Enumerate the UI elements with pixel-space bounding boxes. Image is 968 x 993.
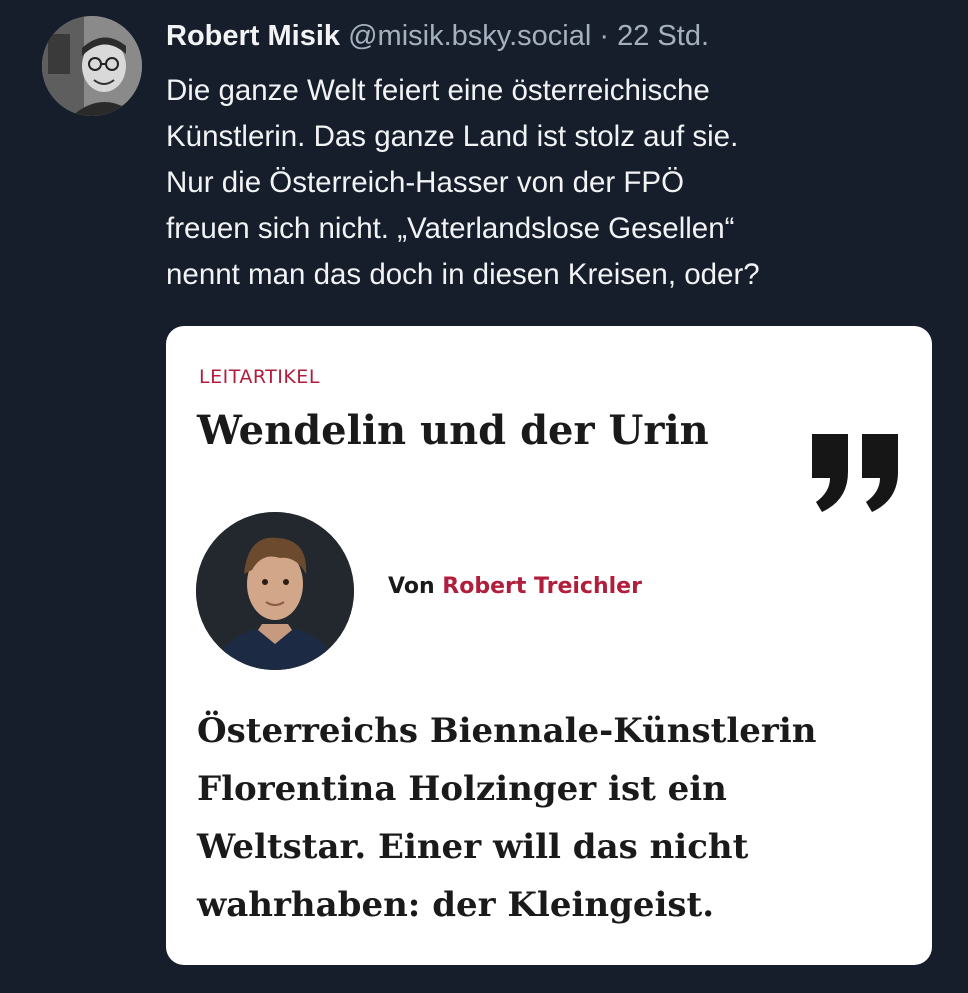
teaser-line: wahrhaben: der Kleingeist. bbox=[197, 885, 715, 925]
post-text-line: Nur die Österreich-Hasser von der FPÖ bbox=[166, 166, 685, 199]
article-headline: Wendelin und der Urin bbox=[197, 407, 709, 454]
byline-author-link[interactable]: Robert Treichler bbox=[442, 574, 642, 599]
embedded-article-card[interactable]: LEITARTIKEL Wendelin und der Urin Von Ro… bbox=[166, 326, 932, 965]
post-timestamp[interactable]: 22 Std. bbox=[617, 20, 709, 52]
article-author-photo bbox=[196, 512, 354, 670]
closing-quote-icon bbox=[808, 430, 904, 514]
article-teaser: Österreichs Biennale-Künstlerin Florenti… bbox=[197, 702, 897, 934]
teaser-line: Österreichs Biennale-Künstlerin bbox=[197, 711, 817, 751]
header-separator: · bbox=[599, 20, 610, 52]
teaser-line: Florentina Holzinger ist ein bbox=[197, 769, 727, 809]
article-kicker: LEITARTIKEL bbox=[199, 366, 320, 388]
author-avatar[interactable] bbox=[42, 16, 142, 116]
post-text: Die ganze Welt feiert eine österreichisc… bbox=[166, 68, 926, 298]
author-name[interactable]: Robert Misik bbox=[166, 20, 340, 52]
author-handle[interactable]: @misik.bsky.social bbox=[348, 20, 591, 52]
post-header: Robert Misik @misik.bsky.social · 22 Std… bbox=[166, 16, 709, 56]
article-byline: Von Robert Treichler bbox=[388, 572, 642, 602]
post: Robert Misik @misik.bsky.social · 22 Std… bbox=[0, 0, 968, 993]
post-text-line: Die ganze Welt feiert eine österreichisc… bbox=[166, 74, 710, 107]
teaser-line: Weltstar. Einer will das nicht bbox=[197, 827, 749, 867]
byline-prefix: Von bbox=[388, 574, 435, 599]
post-text-line: Künstlerin. Das ganze Land ist stolz auf… bbox=[166, 120, 739, 153]
post-text-line: freuen sich nicht. „Vaterlandslose Gesel… bbox=[166, 212, 735, 245]
post-text-line: nennt man das doch in diesen Kreisen, od… bbox=[166, 258, 760, 291]
author-avatar-image bbox=[42, 16, 142, 116]
